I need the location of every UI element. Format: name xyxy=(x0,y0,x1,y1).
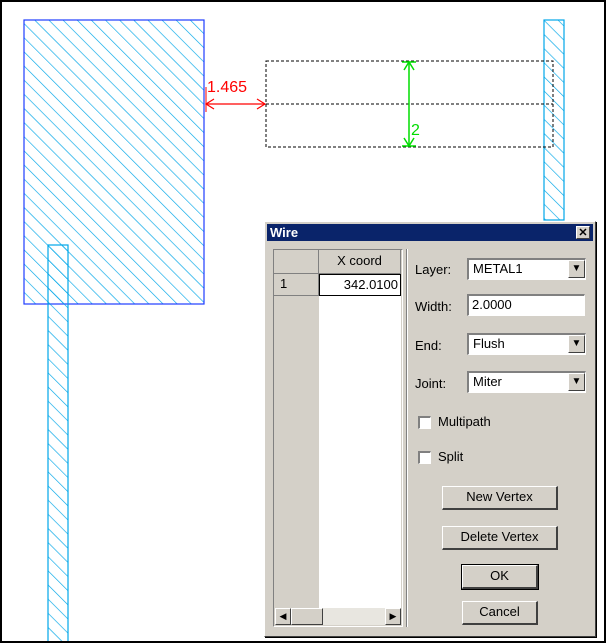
wire-properties-dialog[interactable]: Wire ✕ X coord 1 342.0100 ◀ ▶ Layer: MET… xyxy=(264,221,596,637)
width-label: Width: xyxy=(415,299,452,314)
grid-column-header-xcoord[interactable]: X coord xyxy=(319,250,401,274)
end-label: End: xyxy=(415,338,442,353)
joint-select[interactable]: Miter ▼ xyxy=(467,371,586,393)
vertex-grid[interactable]: X coord 1 342.0100 ◀ ▶ xyxy=(273,249,403,627)
grid-row-header[interactable]: 1 xyxy=(274,274,319,296)
metal-strip-right[interactable] xyxy=(543,19,565,221)
grid-body[interactable] xyxy=(319,274,401,608)
split-checkbox[interactable] xyxy=(418,451,431,464)
grid-corner-header xyxy=(274,250,319,274)
grid-horizontal-scrollbar[interactable]: ◀ ▶ xyxy=(275,608,401,625)
ok-button[interactable]: OK xyxy=(461,564,539,590)
dialog-title: Wire xyxy=(270,225,299,240)
delete-vertex-button[interactable]: Delete Vertex xyxy=(442,526,558,550)
dialog-titlebar[interactable]: Wire ✕ xyxy=(267,224,593,241)
layout-editor-canvas[interactable]: 1.465 2 Wire ✕ X coord 1 342.0100 ◀ ▶ La… xyxy=(0,0,606,643)
width-field[interactable]: 2.0000 xyxy=(467,294,585,316)
chevron-down-icon[interactable]: ▼ xyxy=(568,260,585,278)
joint-select-value: Miter xyxy=(473,374,502,389)
joint-label: Joint: xyxy=(415,376,447,391)
multipath-checkbox[interactable] xyxy=(418,416,431,429)
new-vertex-button[interactable]: New Vertex xyxy=(442,486,558,510)
split-label[interactable]: Split xyxy=(438,449,463,465)
layer-select-value: METAL1 xyxy=(473,261,523,276)
layer-select[interactable]: METAL1 ▼ xyxy=(467,258,586,280)
panel-divider xyxy=(406,249,408,627)
multipath-label[interactable]: Multipath xyxy=(438,414,491,430)
scroll-thumb[interactable] xyxy=(291,608,323,625)
chevron-down-icon[interactable]: ▼ xyxy=(568,335,585,353)
layer-label: Layer: xyxy=(415,262,452,277)
metal-strip-left[interactable] xyxy=(47,244,69,641)
end-select[interactable]: Flush ▼ xyxy=(467,333,586,355)
close-icon[interactable]: ✕ xyxy=(576,226,590,239)
chevron-down-icon[interactable]: ▼ xyxy=(568,373,585,391)
dimension-width-label: 2 xyxy=(411,122,420,139)
dimension-spacing-label: 1.465 xyxy=(207,79,248,96)
cancel-button[interactable]: Cancel xyxy=(462,601,538,625)
scroll-left-icon[interactable]: ◀ xyxy=(275,608,291,625)
grid-cell-xcoord[interactable]: 342.0100 xyxy=(319,274,401,296)
end-select-value: Flush xyxy=(473,336,505,351)
scroll-right-icon[interactable]: ▶ xyxy=(385,608,401,625)
